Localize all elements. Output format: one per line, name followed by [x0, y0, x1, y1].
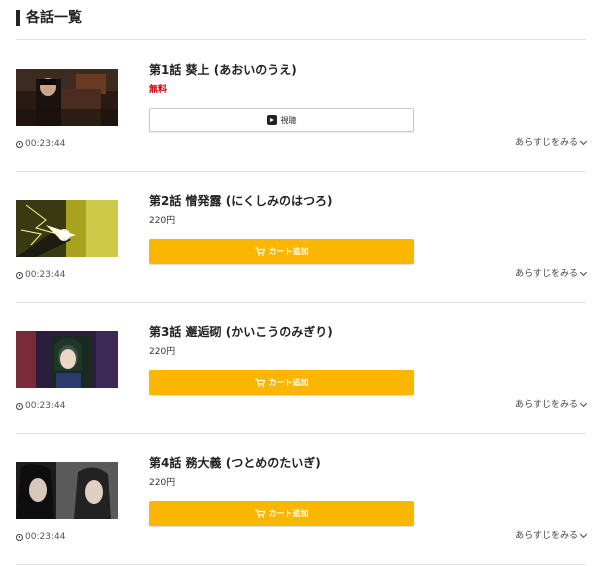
- episode-item: 00:23:44 第3話 邂逅砌 (かいこうのみぎり) 220円 カート追加 あ…: [16, 302, 588, 434]
- thumbnail-image-2: [16, 200, 118, 257]
- episode-item: 00:23:44 第4話 務大義 (つとめのたいぎ) 220円 カート追加 あら…: [16, 433, 588, 565]
- episode-duration: 00:23:44: [16, 531, 65, 543]
- duration-text: 00:23:44: [25, 532, 66, 542]
- thumbnail-image-3: [16, 331, 118, 388]
- clock-icon: [16, 533, 23, 541]
- watch-button[interactable]: 視聴: [149, 108, 414, 132]
- cart-button-label: カート追加: [268, 247, 309, 256]
- add-to-cart-button[interactable]: カート追加: [149, 370, 414, 395]
- add-to-cart-button[interactable]: カート追加: [149, 239, 414, 264]
- clock-icon: [16, 402, 23, 410]
- synopsis-toggle[interactable]: あらすじをみる: [515, 399, 588, 411]
- play-icon: [266, 115, 277, 125]
- clock-icon: [16, 140, 23, 148]
- cart-icon: [254, 247, 265, 256]
- clock-icon: [16, 271, 23, 279]
- episode-price: 220円: [149, 347, 176, 357]
- chevron-down-icon: [579, 137, 588, 146]
- episode-thumbnail[interactable]: [16, 200, 118, 257]
- cart-icon: [254, 378, 265, 387]
- synopsis-label: あらすじをみる: [515, 138, 578, 148]
- episode-thumbnail[interactable]: [16, 69, 118, 126]
- episode-item: 00:23:44 第2話 憎発露 (にくしみのはつろ) 220円 カート追加 あ…: [16, 171, 588, 303]
- duration-text: 00:23:44: [25, 270, 66, 280]
- episode-duration: 00:23:44: [16, 138, 65, 150]
- section-header: 各話一覧: [16, 9, 586, 40]
- episode-thumbnail[interactable]: [16, 462, 118, 519]
- episode-title: 第2話 憎発露 (にくしみのはつろ): [149, 194, 333, 208]
- section-title: 各話一覧: [26, 10, 82, 26]
- synopsis-toggle[interactable]: あらすじをみる: [515, 268, 588, 280]
- cart-button-label: カート追加: [268, 509, 309, 518]
- synopsis-label: あらすじをみる: [515, 400, 578, 410]
- synopsis-label: あらすじをみる: [515, 531, 578, 541]
- episode-price: 無料: [149, 85, 168, 95]
- episode-duration: 00:23:44: [16, 400, 65, 412]
- synopsis-toggle[interactable]: あらすじをみる: [515, 530, 588, 542]
- episode-item: 00:23:44 第1話 葵上 (あおいのうえ) 無料 視聴 あらすじをみる: [16, 40, 588, 172]
- thumbnail-image-4: [16, 462, 118, 519]
- duration-text: 00:23:44: [25, 401, 66, 411]
- chevron-down-icon: [579, 530, 588, 539]
- episode-price: 220円: [149, 216, 176, 226]
- episode-thumbnail[interactable]: [16, 331, 118, 388]
- thumbnail-image-1: [16, 69, 118, 126]
- header-accent-bar: [16, 10, 20, 26]
- synopsis-label: あらすじをみる: [515, 269, 578, 279]
- chevron-down-icon: [579, 268, 588, 277]
- cart-icon: [254, 509, 265, 518]
- cart-button-label: カート追加: [268, 378, 309, 387]
- episode-duration: 00:23:44: [16, 269, 65, 281]
- duration-text: 00:23:44: [25, 139, 66, 149]
- synopsis-toggle[interactable]: あらすじをみる: [515, 137, 588, 149]
- episode-title: 第3話 邂逅砌 (かいこうのみぎり): [149, 325, 333, 339]
- watch-button-label: 視聴: [280, 115, 297, 125]
- episode-title: 第4話 務大義 (つとめのたいぎ): [149, 456, 321, 470]
- episode-price: 220円: [149, 478, 176, 488]
- episode-title: 第1話 葵上 (あおいのうえ): [149, 63, 297, 77]
- chevron-down-icon: [579, 399, 588, 408]
- add-to-cart-button[interactable]: カート追加: [149, 501, 414, 526]
